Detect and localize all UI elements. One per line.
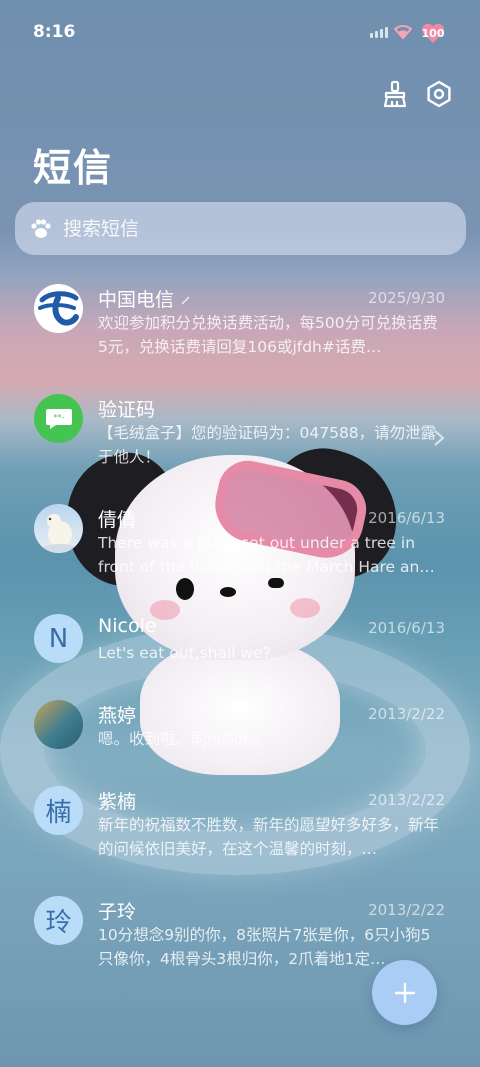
gear-icon[interactable]	[423, 78, 455, 110]
contact-name: 中国电信	[98, 285, 192, 312]
avatar: N	[34, 614, 83, 663]
battery-level: 100	[421, 27, 445, 40]
conversation-item[interactable]: 倩倩 2016/6/13 There was a table set out u…	[0, 490, 480, 600]
chat-bubble-icon: **-	[34, 394, 83, 443]
page-title: 短信	[33, 146, 114, 190]
message-preview: 新年的祝福数不胜数，新年的愿望好多好多，新年的问候依旧美好，在这个温馨的时刻，…	[98, 816, 440, 858]
broom-icon[interactable]	[379, 78, 411, 110]
message-date: 2013/2/22	[368, 791, 445, 809]
signal-icon	[370, 27, 388, 38]
contact-name: 紫楠	[98, 791, 137, 813]
message-date: 2013/2/22	[368, 901, 445, 919]
message-preview: 嗯。收到啦。同乐同乐。	[98, 730, 269, 748]
message-date: 2016/6/13	[368, 619, 445, 637]
paw-icon	[31, 218, 51, 238]
svg-text:**-: **-	[53, 413, 64, 422]
message-preview: 欢迎参加积分兑换话费活动，每500分可兑换话费5元，兑换话费请回复106或jfd…	[98, 314, 438, 356]
search-input[interactable]	[63, 217, 423, 240]
pencil-icon	[181, 296, 190, 305]
conversation-item[interactable]: N Nicole 2016/6/13 Let's eat out,shall w…	[0, 600, 480, 686]
battery-icon: 100	[421, 23, 445, 44]
avatar: 玲	[34, 896, 83, 945]
message-date: 2013/2/22	[368, 705, 445, 723]
contact-name: 子玲	[98, 901, 137, 923]
contact-name: Nicole	[98, 615, 157, 637]
conversation-item[interactable]: 燕婷 2013/2/22 嗯。收到啦。同乐同乐。	[0, 686, 480, 772]
contact-name: 燕婷	[98, 705, 137, 727]
message-preview: Let's eat out,shall we?	[98, 644, 271, 662]
message-preview: There was a table set out under a tree i…	[98, 534, 435, 576]
wifi-icon	[393, 25, 413, 40]
landscape-photo	[34, 700, 83, 749]
message-list: 中国电信 2025/9/30 欢迎参加积分兑换话费活动，每500分可兑换话费5元…	[0, 270, 480, 992]
chevron-right-icon[interactable]	[432, 428, 446, 448]
status-bar: 8:16 100	[0, 0, 480, 68]
contact-name: 验证码	[98, 399, 156, 421]
contact-name-text: 中国电信	[98, 289, 175, 311]
china-telecom-logo	[34, 284, 83, 333]
search-bar[interactable]	[15, 202, 466, 255]
conversation-item[interactable]: 楠 紫楠 2013/2/22 新年的祝福数不胜数，新年的愿望好多好多，新年的问候…	[0, 772, 480, 882]
message-date: 2016/6/13	[368, 509, 445, 527]
contact-name: 倩倩	[98, 509, 137, 531]
conversation-item[interactable]: 中国电信 2025/9/30 欢迎参加积分兑换话费活动，每500分可兑换话费5元…	[0, 270, 480, 380]
message-preview: 【毛绒盒子】您的验证码为：047588，请勿泄露于他人！	[98, 424, 437, 466]
new-message-button[interactable]	[372, 960, 437, 1025]
avatar: 楠	[34, 786, 83, 835]
conversation-item[interactable]: **- 验证码 【毛绒盒子】您的验证码为：047588，请勿泄露于他人！	[0, 380, 480, 490]
status-time: 8:16	[33, 22, 76, 42]
plus-icon	[394, 982, 415, 1003]
polar-bear-photo	[34, 504, 83, 553]
message-date: 2025/9/30	[368, 289, 445, 307]
